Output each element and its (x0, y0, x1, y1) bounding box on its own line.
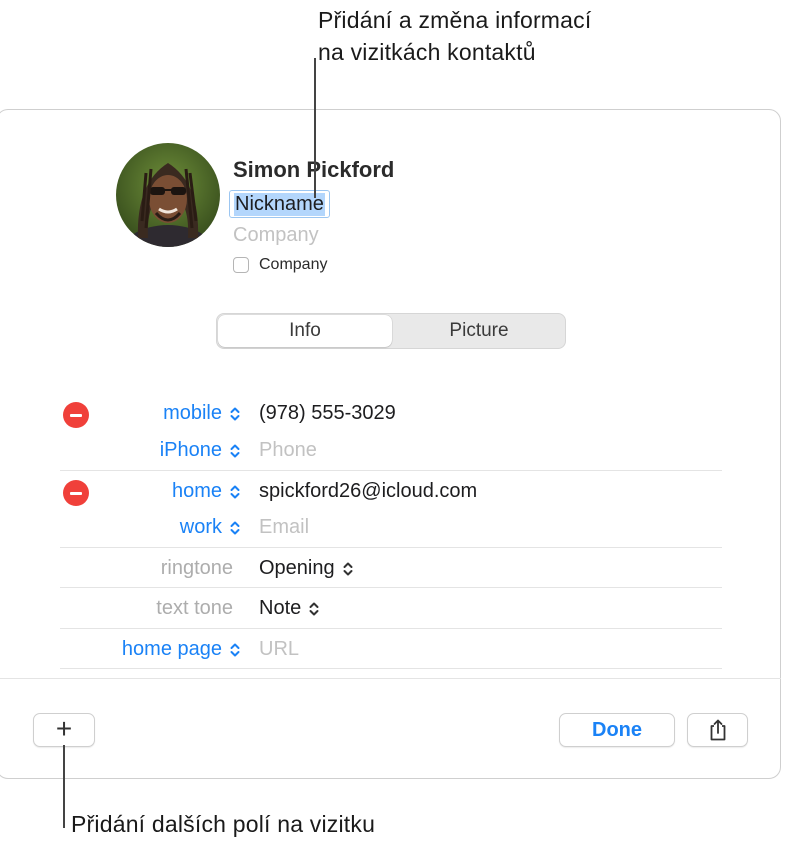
email-label-home-text: home (171, 480, 222, 502)
divider (60, 628, 722, 629)
ringtone-popup[interactable]: Opening (259, 557, 353, 580)
texttone-label: text tone (156, 597, 233, 619)
callout-leader-line-bottom (63, 745, 65, 828)
email-field-empty[interactable]: Email (259, 516, 309, 539)
ringtone-value: Opening (259, 557, 335, 579)
callout-edit-info: Přidání a změna informací na vizitkách k… (318, 4, 591, 68)
footer-divider (0, 678, 781, 679)
company-field[interactable]: Company (233, 224, 319, 247)
chevron-up-down-icon (309, 602, 319, 616)
divider (60, 587, 722, 588)
contact-avatar[interactable] (116, 143, 220, 247)
email-label-home[interactable]: home (172, 480, 240, 503)
divider (60, 668, 722, 669)
view-segmented-control: Info Picture (216, 313, 566, 349)
done-button[interactable]: Done (559, 713, 675, 747)
tab-picture[interactable]: Picture (393, 314, 565, 348)
company-checkbox-label: Company (259, 256, 328, 273)
phone-label-iphone-text: iPhone (159, 439, 222, 461)
chevron-up-down-icon (230, 521, 240, 535)
chevron-up-down-icon (230, 444, 240, 458)
phone-label-mobile-text: mobile (163, 402, 222, 424)
texttone-value: Note (259, 597, 302, 619)
email-value-home[interactable]: spickford26@icloud.com (259, 480, 477, 503)
url-field-empty[interactable]: URL (259, 638, 299, 661)
texttone-popup[interactable]: Note (259, 597, 319, 620)
chevron-up-down-icon (343, 562, 353, 576)
url-label-homepage[interactable]: home page (122, 638, 240, 661)
phone-field-empty[interactable]: Phone (259, 439, 317, 462)
callout-leader-line-top (314, 58, 316, 198)
callout-add-fields: Přidání dalších polí na vizitku (71, 811, 376, 837)
tab-info[interactable]: Info (218, 315, 392, 347)
share-icon (710, 719, 725, 741)
callout-edit-info-line2: na vizitkách kontaktů (318, 39, 536, 65)
callout-edit-info-line1: Přidání a změna informací (318, 7, 592, 33)
url-label-homepage-text: home page (121, 638, 222, 660)
phone-label-mobile[interactable]: mobile (163, 402, 240, 425)
phone-value-mobile[interactable]: (978) 555-3029 (259, 402, 396, 425)
chevron-up-down-icon (230, 485, 240, 499)
add-field-button[interactable]: + (33, 713, 95, 747)
chevron-up-down-icon (230, 407, 240, 421)
ringtone-label: ringtone (160, 557, 233, 579)
remove-email-icon[interactable] (63, 480, 89, 506)
email-label-work[interactable]: work (180, 516, 240, 539)
share-button[interactable] (687, 713, 748, 747)
chevron-up-down-icon (230, 643, 240, 657)
divider (60, 547, 722, 548)
divider (60, 470, 722, 471)
remove-phone-icon[interactable] (63, 402, 89, 428)
phone-label-iphone[interactable]: iPhone (160, 439, 240, 462)
company-checkbox[interactable] (233, 257, 249, 273)
nickname-selected-text: Nickname (234, 192, 325, 216)
email-label-work-text: work (179, 516, 222, 538)
